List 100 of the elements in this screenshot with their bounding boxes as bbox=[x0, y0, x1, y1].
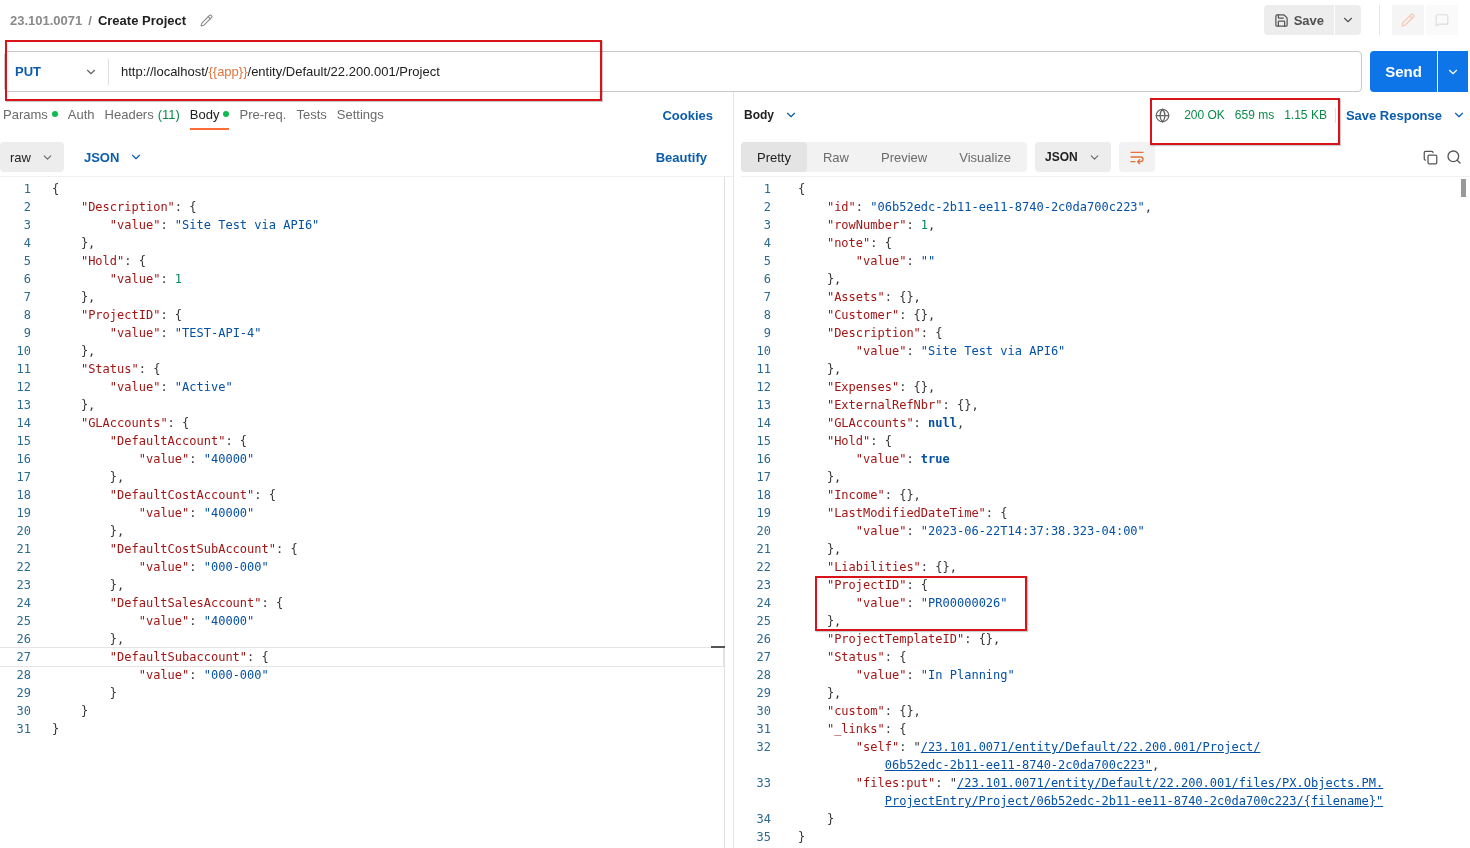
format-dropdown[interactable]: JSON bbox=[1035, 142, 1111, 172]
response-time: 659 ms bbox=[1234, 108, 1275, 122]
wrap-lines-button[interactable] bbox=[1118, 142, 1155, 172]
line-number: 29 bbox=[755, 685, 772, 702]
code-text: }, bbox=[108, 631, 125, 648]
code-text: "value": "40000" bbox=[137, 451, 255, 468]
line-number: 15 bbox=[755, 433, 772, 450]
scrollbar-thumb[interactable] bbox=[1461, 179, 1466, 197]
code-text: "Customer": {}, bbox=[825, 307, 936, 324]
code-text: "Assets": {}, bbox=[825, 289, 921, 306]
code-text: "Income": {}, bbox=[825, 487, 921, 504]
view-tab[interactable]: Preview bbox=[865, 142, 944, 172]
cookies-link[interactable]: Cookies bbox=[662, 107, 713, 123]
line-number: 8 bbox=[762, 307, 772, 324]
link[interactable]: /23.101.0071/entity/Default/22.200.001/files/PX.Objects.PM. bbox=[956, 776, 1384, 790]
code-text: "GLAccounts": { bbox=[79, 415, 190, 432]
line-number: 17 bbox=[755, 469, 772, 486]
code-text: "LastModifiedDateTime": { bbox=[825, 505, 1008, 522]
code-text: }, bbox=[108, 469, 125, 486]
line-number: 28 bbox=[15, 667, 32, 684]
view-tab[interactable]: Visualize bbox=[943, 142, 1028, 172]
code-text: }, bbox=[79, 235, 96, 252]
code-text: "ProjectID": { bbox=[79, 307, 183, 324]
line-number: 12 bbox=[15, 379, 32, 396]
code-text: }, bbox=[79, 289, 96, 306]
line-number: 7 bbox=[762, 289, 772, 306]
line-number: 7 bbox=[22, 289, 32, 306]
line-number: 19 bbox=[755, 505, 772, 522]
response-size: 1.15 KB bbox=[1284, 108, 1327, 122]
save-button[interactable]: Save bbox=[1263, 5, 1334, 35]
code-text: "DefaultSalesAccount": { bbox=[108, 595, 284, 612]
line-number: 21 bbox=[755, 541, 772, 558]
body-mode-dropdown[interactable]: raw bbox=[0, 142, 64, 172]
request-tab[interactable]: Tests bbox=[296, 100, 327, 130]
code-text: } bbox=[798, 829, 806, 846]
view-tab[interactable]: Pretty bbox=[741, 142, 807, 172]
request-tab[interactable]: Params bbox=[3, 100, 58, 130]
request-title[interactable]: Create Project bbox=[97, 12, 187, 28]
line-number: 1 bbox=[762, 181, 772, 198]
line-number: 27 bbox=[755, 649, 772, 666]
code-text: }, bbox=[79, 343, 96, 360]
line-number: 29 bbox=[15, 685, 32, 702]
line-number: 9 bbox=[762, 325, 772, 342]
line-number: 33 bbox=[755, 775, 772, 792]
status-code: 200 OK bbox=[1184, 108, 1225, 122]
link[interactable]: /23.101.0071/entity/Default/22.200.001/Project/ bbox=[920, 740, 1261, 754]
line-number: 34 bbox=[755, 811, 772, 828]
code-text: "value": "TEST-API-4" bbox=[108, 325, 262, 342]
code-text: }, bbox=[825, 685, 842, 702]
request-tab[interactable]: Settings bbox=[336, 100, 384, 130]
copy-icon[interactable] bbox=[1423, 149, 1438, 165]
code-text: , bbox=[1152, 758, 1160, 772]
search-icon[interactable] bbox=[1446, 149, 1462, 165]
request-tab[interactable]: Headers (11) bbox=[104, 100, 180, 130]
save-response-button[interactable]: Save Response bbox=[1345, 107, 1442, 123]
request-tab[interactable]: Auth bbox=[67, 100, 95, 130]
code-text: "value": "Site Test via API6" bbox=[854, 343, 1066, 360]
line-number: 16 bbox=[755, 451, 772, 468]
line-number: 22 bbox=[15, 559, 32, 576]
code-text: "Description": { bbox=[825, 325, 943, 342]
line-number: 31 bbox=[755, 721, 772, 738]
code-text: "Hold": { bbox=[825, 433, 892, 450]
breadcrumb-separator: / bbox=[88, 12, 92, 28]
language-dropdown[interactable]: JSON bbox=[73, 142, 154, 172]
code-text: "GLAccounts": null, bbox=[825, 415, 965, 432]
send-button[interactable]: Send bbox=[1370, 51, 1437, 92]
line-number: 16 bbox=[15, 451, 32, 468]
response-section-dropdown[interactable]: Body bbox=[741, 100, 808, 130]
pencil-icon[interactable] bbox=[200, 13, 214, 27]
code-text: "value": "Active" bbox=[108, 379, 233, 396]
line-number: 21 bbox=[15, 541, 32, 558]
url-field[interactable]: http://localhost/{{app}}/entity/Default/22.200.001/Project bbox=[109, 64, 440, 79]
line-number: 6 bbox=[22, 271, 32, 288]
code-text: "custom": {}, bbox=[825, 703, 921, 720]
line-number: 30 bbox=[755, 703, 772, 720]
line-number: 10 bbox=[15, 343, 32, 360]
collection-name[interactable]: 23.101.0071 bbox=[10, 12, 83, 28]
request-tab[interactable]: Body bbox=[189, 100, 230, 130]
line-number: 18 bbox=[15, 487, 32, 504]
line-number: 11 bbox=[15, 361, 32, 378]
code-text: "value": "" bbox=[854, 253, 936, 270]
code-text: "DefaultCostSubAccount": { bbox=[108, 541, 298, 558]
method-dropdown[interactable]: PUT bbox=[5, 58, 109, 85]
request-tab[interactable]: Pre-req. bbox=[239, 100, 287, 130]
line-number: 3 bbox=[22, 217, 32, 234]
link[interactable]: 06b52edc-2b11-ee11-8740-2c0da700c223" bbox=[884, 758, 1152, 772]
code-text: "DefaultCostAccount": { bbox=[108, 487, 276, 504]
code-text: "Expenses": {}, bbox=[825, 379, 936, 396]
link[interactable]: ProjectEntry/Project/06b52edc-2b11-ee11-8740-2c0da700c223/{filename}" bbox=[884, 794, 1384, 808]
line-number: 24 bbox=[15, 595, 32, 612]
line-number: 19 bbox=[15, 505, 32, 522]
line-number: 14 bbox=[755, 415, 772, 432]
code-text: }, bbox=[825, 469, 842, 486]
line-number: 14 bbox=[15, 415, 32, 432]
view-tab[interactable]: Raw bbox=[806, 142, 865, 172]
code-text: } bbox=[108, 685, 118, 702]
code-text: "ExternalRefNbr": {}, bbox=[825, 397, 979, 414]
beautify-link[interactable]: Beautify bbox=[655, 149, 707, 165]
code-text: "value": "PR00000026" bbox=[854, 595, 1008, 612]
line-number: 4 bbox=[22, 235, 32, 252]
